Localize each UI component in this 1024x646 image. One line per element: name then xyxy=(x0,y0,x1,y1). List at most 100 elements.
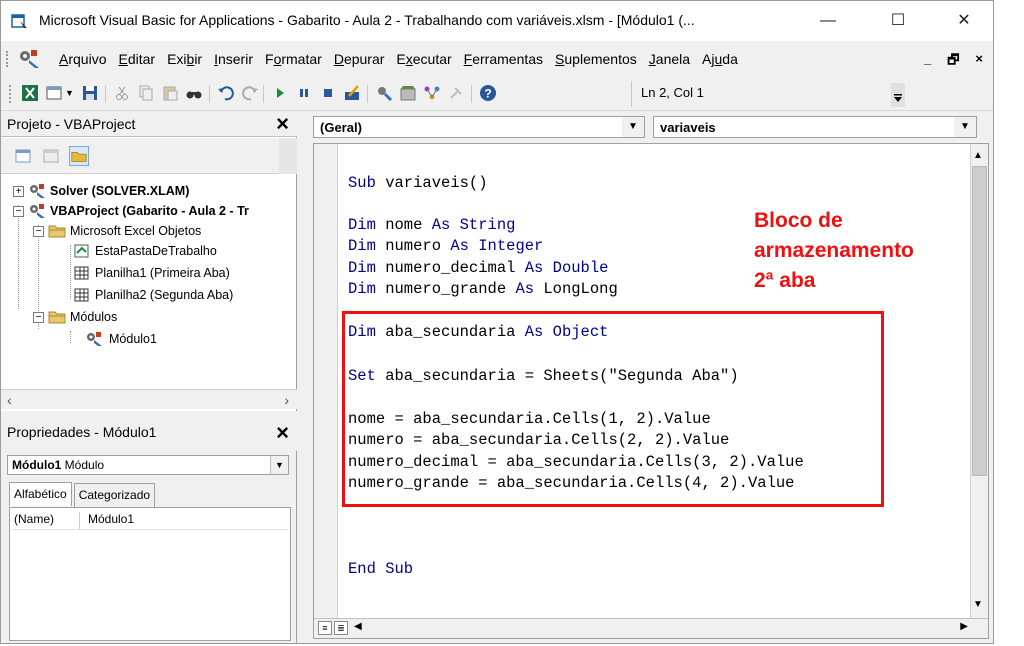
maximize-button[interactable]: ☐ xyxy=(875,7,921,35)
find-icon[interactable] xyxy=(185,84,203,102)
code-line[interactable]: Dim nome As String xyxy=(348,216,515,234)
toolbar-grip[interactable] xyxy=(9,85,12,103)
scroll-up-icon[interactable]: ▲ xyxy=(973,150,983,161)
full-module-view-icon[interactable]: ≣ xyxy=(334,621,348,635)
tree-node-solver[interactable]: + Solver (SOLVER.XLAM) xyxy=(13,181,189,201)
standard-toolbar: ▼ ? Ln 2, Col 1 xyxy=(1,77,993,111)
paste-icon[interactable] xyxy=(161,84,179,102)
code-line[interactable]: Dim numero_decimal As Double xyxy=(348,259,608,277)
menu-item[interactable]: Depurar xyxy=(328,51,391,67)
scroll-thumb[interactable] xyxy=(972,166,987,476)
scroll-down-icon[interactable]: ▼ xyxy=(973,599,983,610)
menu-item[interactable]: Formatar xyxy=(259,51,328,67)
redo-icon[interactable] xyxy=(241,84,259,102)
cut-icon[interactable] xyxy=(113,84,131,102)
object-name: Módulo1 xyxy=(12,458,62,472)
project-toolbar-scroll[interactable] xyxy=(279,138,297,174)
project-explorer-close-button[interactable]: × xyxy=(276,112,289,136)
project-explorer-icon[interactable] xyxy=(375,84,393,102)
vba-project-icon xyxy=(30,204,45,218)
tree-node-sheet2[interactable]: Planilha2 (Segunda Aba) xyxy=(73,285,233,305)
chevron-down-icon[interactable]: ▼ xyxy=(270,456,288,474)
vba-menu-icon[interactable] xyxy=(17,48,41,70)
tree-label: Solver (SOLVER.XLAM) xyxy=(50,184,190,198)
mdi-minimize-button[interactable]: _ xyxy=(924,51,931,73)
mdi-close-button[interactable]: × xyxy=(975,51,983,73)
tree-node-vbaproject[interactable]: − VBAProject (Gabarito - Aula 2 - Tr xyxy=(13,201,249,221)
properties-header: Propriedades - Módulo1 × xyxy=(1,413,297,451)
properties-window-icon[interactable] xyxy=(399,84,417,102)
tree-label: Planilha1 (Primeira Aba) xyxy=(95,266,230,280)
scroll-right-icon[interactable]: › xyxy=(284,392,289,408)
chevron-down-icon[interactable]: ▼ xyxy=(954,117,976,137)
menu-item[interactable]: Ferramentas xyxy=(458,51,549,67)
properties-close-button[interactable]: × xyxy=(276,421,289,445)
copy-icon[interactable] xyxy=(137,84,155,102)
annotation-line: armazenamento xyxy=(754,239,914,262)
code-line[interactable]: Dim numero As Integer xyxy=(348,237,543,255)
pause-icon[interactable] xyxy=(295,84,313,102)
view-code-icon[interactable] xyxy=(13,146,33,166)
menu-item[interactable]: Editar xyxy=(112,51,161,67)
vba-app-icon xyxy=(11,14,27,28)
run-icon[interactable] xyxy=(271,84,289,102)
menu-item[interactable]: Arquivo xyxy=(53,51,112,67)
view-object-icon[interactable] xyxy=(41,146,61,166)
project-horizontal-scrollbar[interactable]: ‹ › xyxy=(1,389,297,409)
menu-item[interactable]: Ajuda xyxy=(696,51,744,67)
collapse-icon[interactable]: − xyxy=(33,311,44,323)
menu-item[interactable]: Inserir xyxy=(208,51,259,67)
undo-icon[interactable] xyxy=(217,84,235,102)
object-dropdown[interactable]: (Geral) ▼ xyxy=(313,116,645,138)
project-tree: + Solver (SOLVER.XLAM) − VBAProject (Gab… xyxy=(1,177,297,389)
highlight-box xyxy=(342,311,884,507)
close-button[interactable]: ✕ xyxy=(941,7,987,35)
tree-node-module1[interactable]: Módulo1 xyxy=(85,329,159,349)
tree-node-excel-objects[interactable]: − Microsoft Excel Objetos xyxy=(33,221,201,241)
insert-module-icon[interactable] xyxy=(45,84,63,102)
code-line[interactable]: Dim numero_grande As LongLong xyxy=(348,280,618,298)
margin-indicator-bar[interactable] xyxy=(314,144,338,618)
collapse-icon[interactable]: − xyxy=(13,205,24,217)
procedure-dropdown[interactable]: variaveis ▼ xyxy=(653,116,977,138)
project-explorer-header: Projeto - VBAProject × xyxy=(1,111,297,137)
project-explorer: Projeto - VBAProject × + Solver (SOLVER.… xyxy=(1,111,297,411)
property-value[interactable]: Módulo1 xyxy=(80,512,134,529)
property-row[interactable]: (Name) Módulo1 xyxy=(12,512,288,530)
stop-icon[interactable] xyxy=(319,84,337,102)
menu-item[interactable]: Suplementos xyxy=(549,51,643,67)
collapse-icon[interactable]: − xyxy=(33,225,44,237)
toolbox-icon[interactable] xyxy=(447,84,465,102)
save-icon[interactable] xyxy=(81,84,99,102)
minimize-button[interactable]: — xyxy=(805,7,851,35)
toggle-folders-icon[interactable] xyxy=(69,146,89,166)
menu-item[interactable]: Janela xyxy=(643,51,696,67)
procedure-view-icon[interactable]: ≡ xyxy=(318,621,332,635)
expand-icon[interactable]: + xyxy=(13,185,24,197)
scroll-left-icon[interactable]: ◀ xyxy=(354,621,362,632)
mdi-restore-button[interactable]: 🗗 xyxy=(947,51,959,73)
code-vertical-scrollbar[interactable]: ▲ ▼ xyxy=(970,144,988,618)
menu-item[interactable]: Executar xyxy=(390,51,457,67)
code-line[interactable]: End Sub xyxy=(348,560,413,578)
help-icon[interactable]: ? xyxy=(479,84,497,102)
tab-alfabetico[interactable]: Alfabético xyxy=(9,482,72,506)
toolbar-options-icon[interactable] xyxy=(891,83,905,107)
tree-node-workbook[interactable]: EstaPastaDeTrabalho xyxy=(73,241,217,261)
tree-label: EstaPastaDeTrabalho xyxy=(95,244,217,258)
excel-view-icon[interactable] xyxy=(21,84,39,102)
project-explorer-toolbar xyxy=(1,138,297,174)
tab-categorizado[interactable]: Categorizado xyxy=(73,483,156,507)
scroll-left-icon[interactable]: ‹ xyxy=(7,392,12,408)
tree-node-modules[interactable]: − Módulos xyxy=(33,307,117,327)
tree-label: VBAProject (Gabarito - Aula 2 - Tr xyxy=(50,204,249,218)
design-mode-icon[interactable] xyxy=(343,84,361,102)
scroll-right-icon[interactable]: ▶ xyxy=(960,621,968,632)
chevron-down-icon[interactable]: ▼ xyxy=(622,117,644,137)
code-line[interactable]: Sub variaveis() xyxy=(348,174,488,192)
object-browser-icon[interactable] xyxy=(423,84,441,102)
tree-node-sheet1[interactable]: Planilha1 (Primeira Aba) xyxy=(73,263,230,283)
menu-item[interactable]: Exibir xyxy=(161,51,208,67)
menu-grip[interactable] xyxy=(6,51,9,67)
properties-object-select[interactable]: Módulo1 Módulo ▼ xyxy=(7,455,289,475)
